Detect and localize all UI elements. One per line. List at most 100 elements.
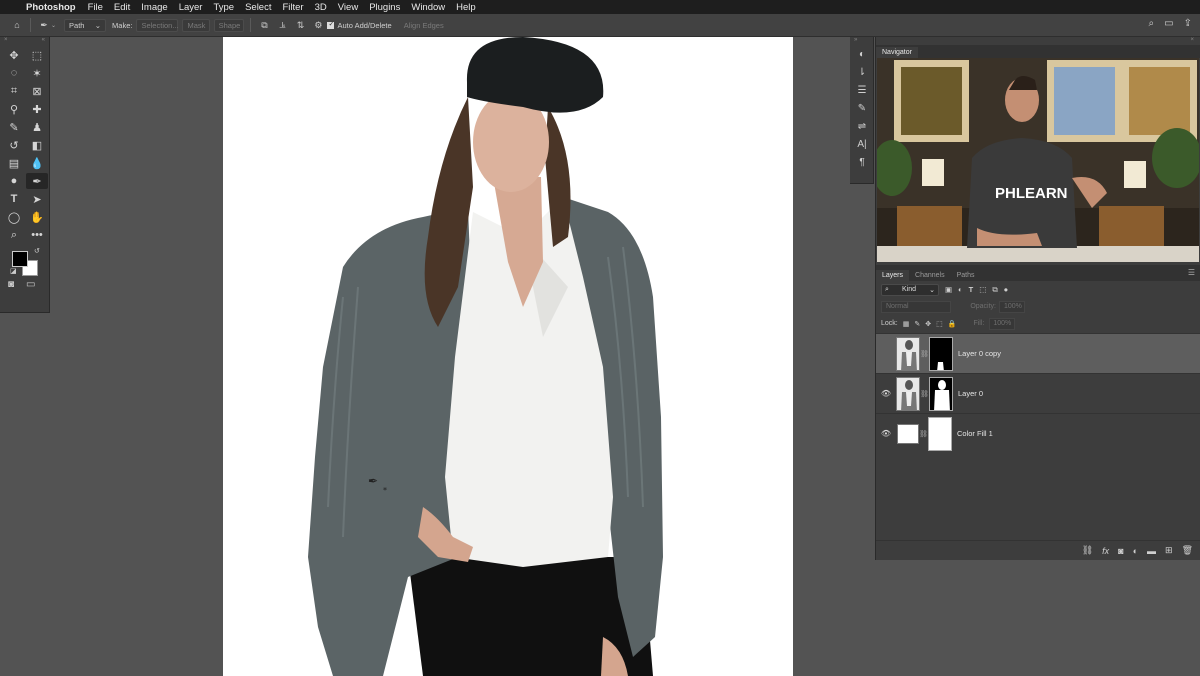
chevron-down-icon[interactable]: ⌄ [51, 22, 56, 29]
path-arrangement-icon[interactable]: ⇅ [293, 18, 307, 32]
lasso-tool-icon[interactable]: ◌ [3, 65, 25, 81]
navigator-preview[interactable]: PHLEARN [877, 58, 1199, 262]
gear-icon[interactable]: ⚙ [311, 18, 325, 32]
libraries-panel-icon[interactable]: ⇌ [850, 117, 874, 135]
collapse-icon[interactable]: « [42, 37, 45, 45]
menu-3d[interactable]: 3D [315, 2, 327, 13]
menu-type[interactable]: Type [213, 2, 234, 13]
eyedropper-tool-icon[interactable]: ⚲ [3, 101, 25, 117]
layer-row-color-fill-1[interactable]: 👁 ⛓ Color Fill 1 [876, 413, 1200, 453]
filter-smart-object-icon[interactable]: ⧉ [992, 285, 997, 295]
workspace-icon[interactable]: ▭ [1164, 18, 1173, 29]
filter-pixel-icon[interactable]: ▣ [945, 285, 952, 294]
layer-mask-thumbnail[interactable] [929, 336, 953, 371]
paragraph-panel-icon[interactable]: ¶ [850, 153, 874, 171]
swap-colors-icon[interactable]: ↺ [34, 247, 40, 255]
panel-handle[interactable]: × « [0, 37, 49, 45]
align-edges-checkbox[interactable]: Align Edges [404, 21, 444, 30]
layer-row-layer-0-copy[interactable]: ⛓ Layer 0 copy [876, 333, 1200, 373]
path-selection-tool-icon[interactable]: ➤ [26, 191, 48, 207]
filter-adjustment-icon[interactable]: ◐ [958, 285, 963, 294]
app-name-menu[interactable]: Photoshop [26, 2, 76, 13]
share-icon[interactable]: ⇪ [1184, 18, 1192, 29]
crop-tool-icon[interactable]: ⌗ [3, 83, 25, 99]
link-icon[interactable]: ⛓ [920, 390, 929, 398]
tool-mode-select[interactable]: Path ⌄ [64, 18, 107, 32]
zoom-tool-icon[interactable]: ⌕ [3, 227, 25, 243]
lock-position-icon[interactable]: ✥ [925, 320, 931, 328]
layer-mask-thumbnail[interactable] [928, 416, 952, 451]
ellipse-tool-icon[interactable]: ◯ [3, 209, 25, 225]
link-layers-icon[interactable]: ⛓ [1082, 545, 1093, 556]
adjustments-panel-icon[interactable]: ◐ [850, 45, 874, 63]
blur-tool-icon[interactable]: 💧 [26, 155, 48, 171]
collapse-icon[interactable]: » [854, 37, 857, 45]
selection-button[interactable]: Selection... [136, 18, 179, 32]
gradient-tool-icon[interactable]: ▤ [3, 155, 25, 171]
trash-icon[interactable]: 🗑 [1182, 545, 1193, 556]
add-mask-icon[interactable]: ◙ [1118, 546, 1123, 556]
panel-menu-icon[interactable]: ☰ [1188, 268, 1195, 277]
auto-add-delete-checkbox[interactable]: Auto Add/Delete [327, 20, 392, 30]
lock-transparent-icon[interactable]: ▦ [903, 320, 910, 328]
new-layer-icon[interactable]: ⊞ [1165, 545, 1173, 556]
layer-name[interactable]: Layer 0 [958, 389, 983, 398]
eye-icon[interactable]: 👁 [876, 389, 896, 398]
layer-thumbnail[interactable] [896, 336, 920, 371]
filter-shape-icon[interactable]: ⬚ [979, 285, 986, 294]
menu-image[interactable]: Image [141, 2, 167, 13]
healing-brush-tool-icon[interactable]: ✚ [26, 101, 48, 117]
close-icon[interactable]: × [4, 37, 8, 45]
layer-thumbnail[interactable] [896, 376, 920, 411]
link-icon[interactable]: ⛓ [919, 430, 928, 438]
blend-mode-select[interactable]: Normal [881, 300, 951, 313]
tab-navigator[interactable]: Navigator [876, 47, 918, 58]
menu-select[interactable]: Select [245, 2, 271, 13]
layer-filter-kind-select[interactable]: ⌕ Kind ⌄ [881, 283, 939, 296]
layer-name[interactable]: Layer 0 copy [958, 349, 1001, 358]
home-icon[interactable]: ⌂ [10, 18, 24, 32]
filter-toggle-icon[interactable]: ● [1004, 285, 1009, 294]
layer-name[interactable]: Color Fill 1 [957, 429, 993, 438]
panel-handle[interactable]: × [876, 37, 1200, 45]
lock-all-icon[interactable]: 🔒 [948, 320, 957, 328]
screen-mode-icon[interactable]: ▭ [26, 279, 35, 290]
opacity-input[interactable]: 100% [999, 300, 1025, 313]
filter-type-icon[interactable]: T [969, 285, 974, 294]
menu-window[interactable]: Window [411, 2, 445, 13]
brush-tool-icon[interactable]: ✎ [3, 119, 25, 135]
hand-tool-icon[interactable]: ✋ [26, 209, 48, 225]
fx-icon[interactable]: fx [1102, 546, 1109, 556]
foreground-color-swatch[interactable] [12, 251, 28, 267]
menu-help[interactable]: Help [456, 2, 476, 13]
adjustment-layer-icon[interactable]: ◐ [1133, 546, 1138, 556]
close-icon[interactable]: × [1190, 37, 1194, 45]
tab-layers[interactable]: Layers [876, 270, 910, 281]
panel-handle[interactable]: » [850, 37, 873, 45]
dodge-tool-icon[interactable]: ● [3, 173, 25, 189]
history-panel-icon[interactable]: ⇂ [850, 63, 874, 81]
path-alignment-icon[interactable]: ⫡ [275, 18, 289, 32]
tab-channels[interactable]: Channels [909, 270, 951, 281]
history-brush-tool-icon[interactable]: ↺ [3, 137, 25, 153]
fill-input[interactable]: 100% [989, 317, 1016, 330]
search-icon[interactable]: ⌕ [1149, 18, 1155, 29]
character-panel-icon[interactable]: A| [850, 135, 874, 153]
lock-artboard-icon[interactable]: ⬚ [936, 320, 943, 328]
frame-tool-icon[interactable]: ⊠ [26, 83, 48, 99]
menu-plugins[interactable]: Plugins [369, 2, 400, 13]
type-tool-icon[interactable]: T [3, 191, 25, 207]
mask-button[interactable]: Mask [182, 18, 211, 32]
pen-tool-icon[interactable]: ✒ [26, 173, 48, 189]
quick-mask-icon[interactable]: ◙ [8, 279, 14, 290]
menu-file[interactable]: File [88, 2, 103, 13]
brush-settings-panel-icon[interactable]: ✎ [850, 99, 874, 117]
pen-tool-preset-icon[interactable]: ✒ [37, 18, 51, 32]
path-operations-icon[interactable]: ⧉ [257, 18, 271, 32]
shape-button[interactable]: Shape [214, 18, 245, 32]
eye-icon[interactable]: 👁 [876, 429, 896, 438]
properties-panel-icon[interactable]: ☰ [850, 81, 874, 99]
magic-wand-tool-icon[interactable]: ✶ [26, 65, 48, 81]
default-colors-icon[interactable]: ◪ [10, 267, 17, 275]
tab-paths[interactable]: Paths [951, 270, 981, 281]
